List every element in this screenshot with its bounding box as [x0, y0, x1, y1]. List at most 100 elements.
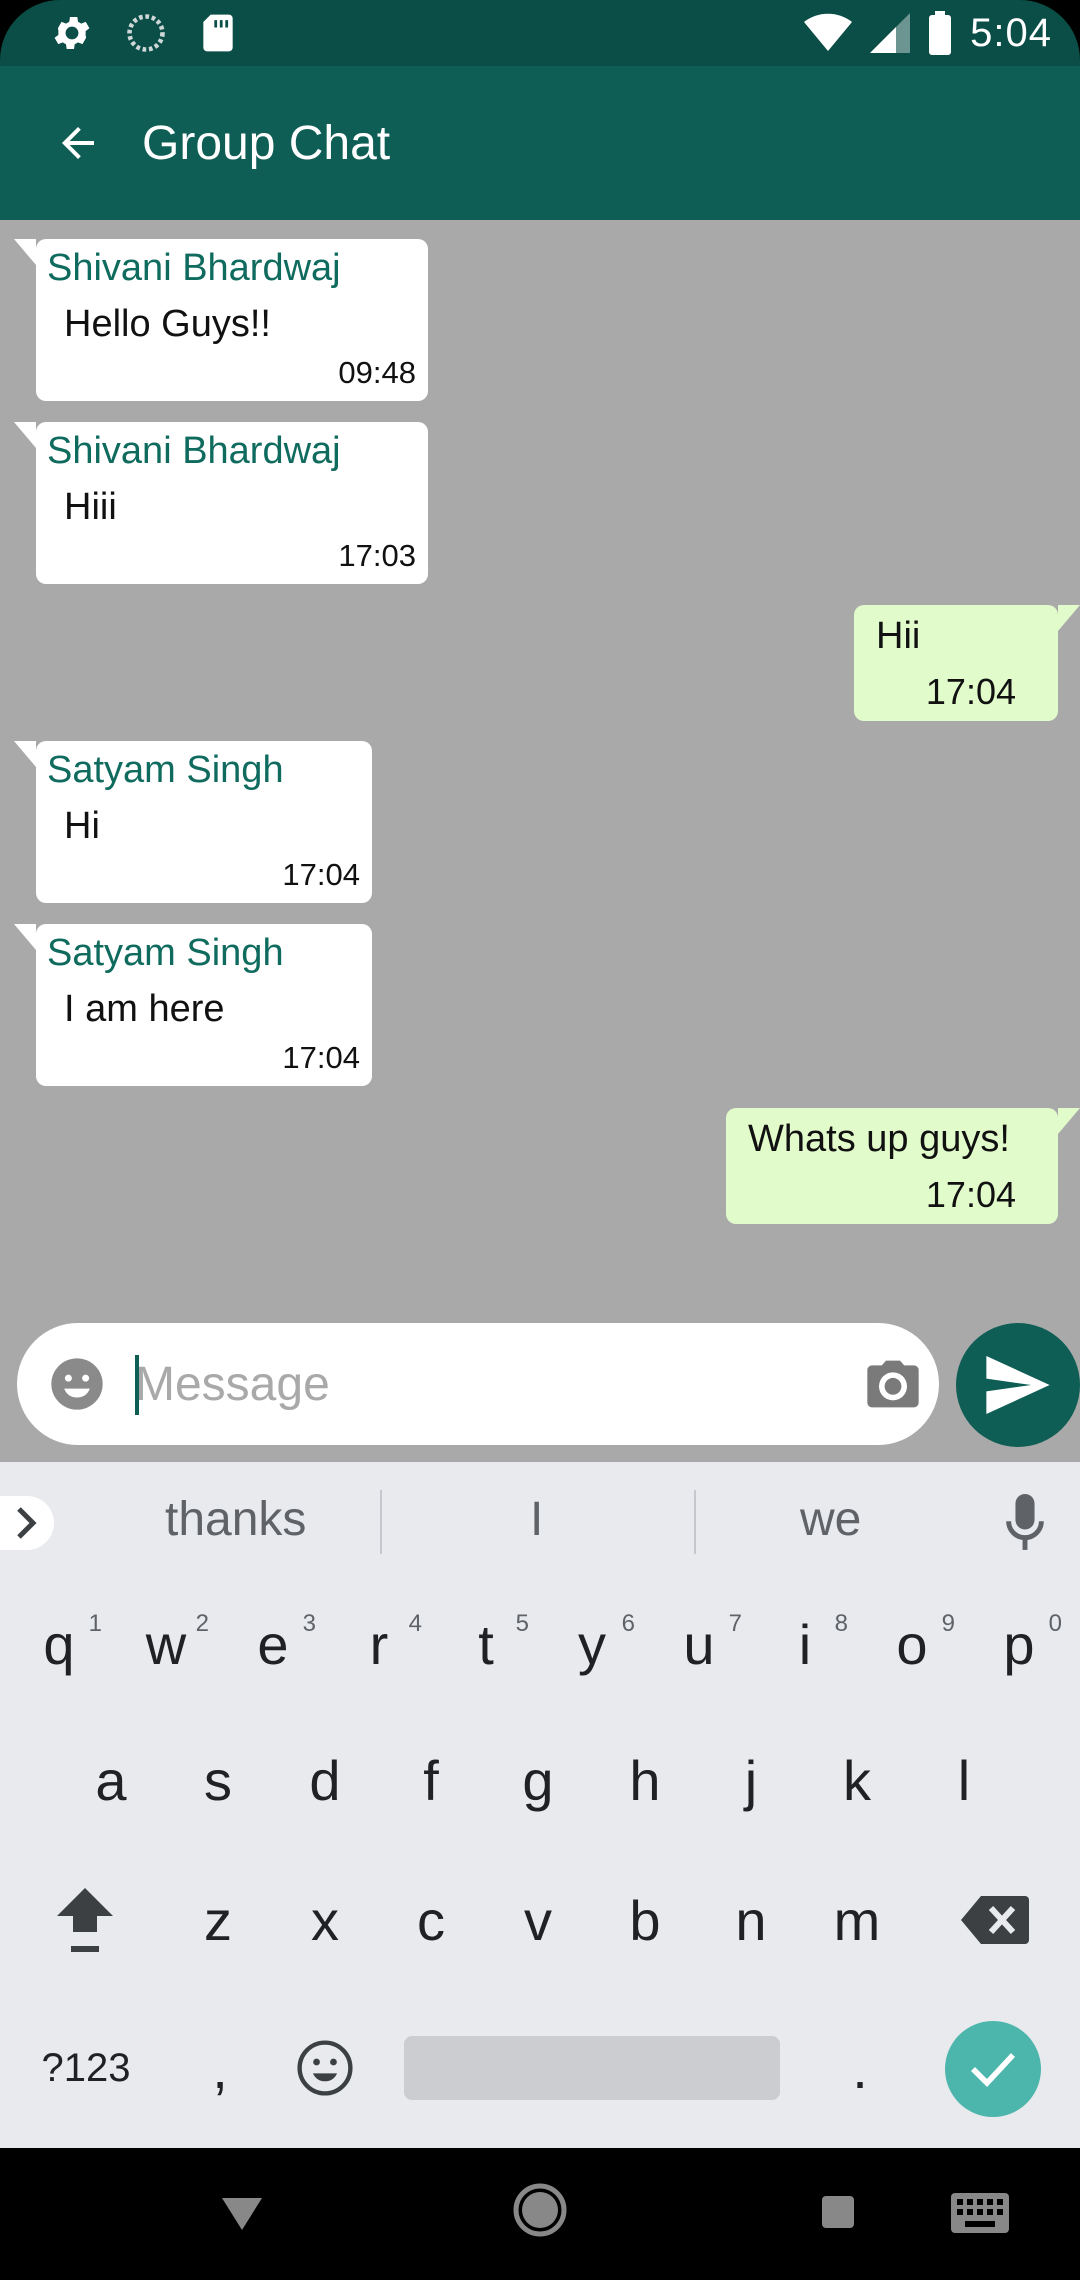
recents-square-icon	[822, 2196, 854, 2228]
message-composer	[17, 1323, 939, 1445]
suggestion-toggle-button[interactable]	[0, 1496, 54, 1550]
nav-keyboard-switch-button[interactable]	[950, 2192, 1010, 2234]
key-m[interactable]: m	[812, 1860, 902, 1980]
send-button[interactable]	[956, 1323, 1080, 1447]
back-button[interactable]	[50, 115, 106, 171]
message-time: 17:04	[282, 1040, 360, 1075]
camera-button[interactable]	[865, 1358, 921, 1410]
key-b[interactable]: b	[600, 1860, 690, 1980]
message-sender: Satyam Singh	[47, 749, 284, 791]
key-j[interactable]: j	[706, 1720, 796, 1840]
system-nav-bar	[0, 2148, 1080, 2280]
message-time: 17:03	[338, 538, 416, 573]
key-l[interactable]: l	[919, 1720, 1009, 1840]
message-bubble-incoming[interactable]: Shivani Bhardwaj Hiii 17:03	[14, 422, 428, 584]
period-key[interactable]: .	[815, 2008, 905, 2128]
key-label: g	[522, 1748, 554, 1812]
key-x[interactable]: x	[280, 1860, 370, 1980]
suggestion-3[interactable]: we	[800, 1492, 861, 1547]
key-hint: 5	[515, 1610, 529, 1637]
key-label: q	[43, 1612, 75, 1676]
key-a[interactable]: a	[66, 1720, 156, 1840]
nav-home-button[interactable]	[512, 2182, 568, 2238]
key-p[interactable]: p0	[974, 1584, 1064, 1704]
key-h[interactable]: h	[600, 1720, 690, 1840]
chat-message-list[interactable]: Shivani Bhardwaj Hello Guys!! 09:48 Shiv…	[0, 220, 1080, 1462]
status-bar: 5:04	[0, 0, 1080, 66]
key-label: l	[957, 1748, 971, 1812]
suggestion-1[interactable]: thanks	[165, 1492, 306, 1547]
message-bubble-outgoing[interactable]: Whats up guys! 17:04	[726, 1108, 1080, 1224]
key-label: h	[629, 1748, 661, 1812]
emoji-key[interactable]	[280, 2008, 370, 2128]
back-triangle-icon	[222, 2198, 262, 2230]
key-label: m	[833, 1888, 881, 1952]
emoji-button[interactable]	[49, 1356, 105, 1412]
message-bubble-incoming[interactable]: Satyam Singh I am here 17:04	[14, 924, 372, 1086]
message-time: 17:04	[282, 857, 360, 892]
sync-icon	[124, 11, 168, 55]
key-label: b	[629, 1888, 661, 1952]
key-k[interactable]: k	[812, 1720, 902, 1840]
spacebar-key[interactable]	[404, 2036, 780, 2100]
suggestion-divider	[380, 1490, 382, 1554]
message-input[interactable]	[135, 1349, 835, 1419]
backspace-key[interactable]	[950, 1860, 1040, 1980]
arrow-back-icon	[62, 127, 94, 159]
message-time: 09:48	[338, 355, 416, 390]
key-o[interactable]: o9	[867, 1584, 957, 1704]
key-f[interactable]: f	[386, 1720, 476, 1840]
key-label: x	[311, 1888, 339, 1952]
nav-back-button[interactable]	[216, 2190, 268, 2238]
key-y[interactable]: y6	[547, 1584, 637, 1704]
key-r[interactable]: r4	[334, 1584, 424, 1704]
key-s[interactable]: s	[173, 1720, 263, 1840]
on-screen-keyboard: q1 w2 e3 r4 t5 y6 u7 i8 o9 p0 a s d f g …	[0, 1584, 1080, 2148]
key-i[interactable]: i8	[760, 1584, 850, 1704]
voice-input-button[interactable]	[1005, 1494, 1045, 1554]
message-text: Whats up guys!	[748, 1118, 1010, 1160]
key-hint: 2	[195, 1610, 209, 1637]
key-hint: 6	[621, 1610, 635, 1637]
key-c[interactable]: c	[386, 1860, 476, 1980]
message-bubble-incoming[interactable]: Shivani Bhardwaj Hello Guys!! 09:48	[14, 239, 428, 401]
send-icon	[986, 1356, 1050, 1414]
key-z[interactable]: z	[173, 1860, 263, 1980]
message-text: Hii	[876, 615, 921, 657]
comma-key[interactable]: ,	[175, 2008, 265, 2128]
key-d[interactable]: d	[280, 1720, 370, 1840]
key-label: w	[145, 1612, 187, 1676]
key-label: ?123	[41, 2045, 131, 2090]
key-u[interactable]: u7	[654, 1584, 744, 1704]
message-bubble-outgoing[interactable]: Hii 17:04	[854, 605, 1080, 721]
microphone-icon	[1006, 1494, 1044, 1550]
suggestion-divider	[694, 1490, 696, 1554]
chevron-right-icon	[17, 1507, 37, 1539]
key-label: .	[852, 2036, 868, 2100]
message-bubble-incoming[interactable]: Satyam Singh Hi 17:04	[14, 741, 372, 903]
suggestion-2[interactable]: I	[530, 1492, 543, 1547]
key-w[interactable]: w2	[121, 1584, 211, 1704]
key-t[interactable]: t5	[441, 1584, 531, 1704]
key-label: p	[1003, 1612, 1035, 1676]
message-text: Hiii	[64, 486, 117, 528]
symbols-key[interactable]: ?123	[40, 2008, 132, 2128]
key-v[interactable]: v	[493, 1860, 583, 1980]
key-q[interactable]: q1	[14, 1584, 104, 1704]
key-label: s	[204, 1748, 232, 1812]
key-e[interactable]: e3	[228, 1584, 318, 1704]
key-g[interactable]: g	[493, 1720, 583, 1840]
settings-icon	[50, 11, 94, 55]
key-label: j	[744, 1748, 758, 1812]
enter-key[interactable]	[945, 2021, 1041, 2117]
backspace-icon	[961, 1896, 1029, 1944]
shift-key[interactable]	[40, 1860, 130, 1980]
key-n[interactable]: n	[706, 1860, 796, 1980]
status-time: 5:04	[970, 10, 1052, 55]
key-label: d	[309, 1748, 341, 1812]
message-text: I am here	[64, 988, 225, 1030]
key-label: o	[896, 1612, 928, 1676]
key-label: z	[204, 1888, 232, 1952]
key-hint: 9	[941, 1610, 955, 1637]
nav-recents-button[interactable]	[818, 2192, 858, 2232]
